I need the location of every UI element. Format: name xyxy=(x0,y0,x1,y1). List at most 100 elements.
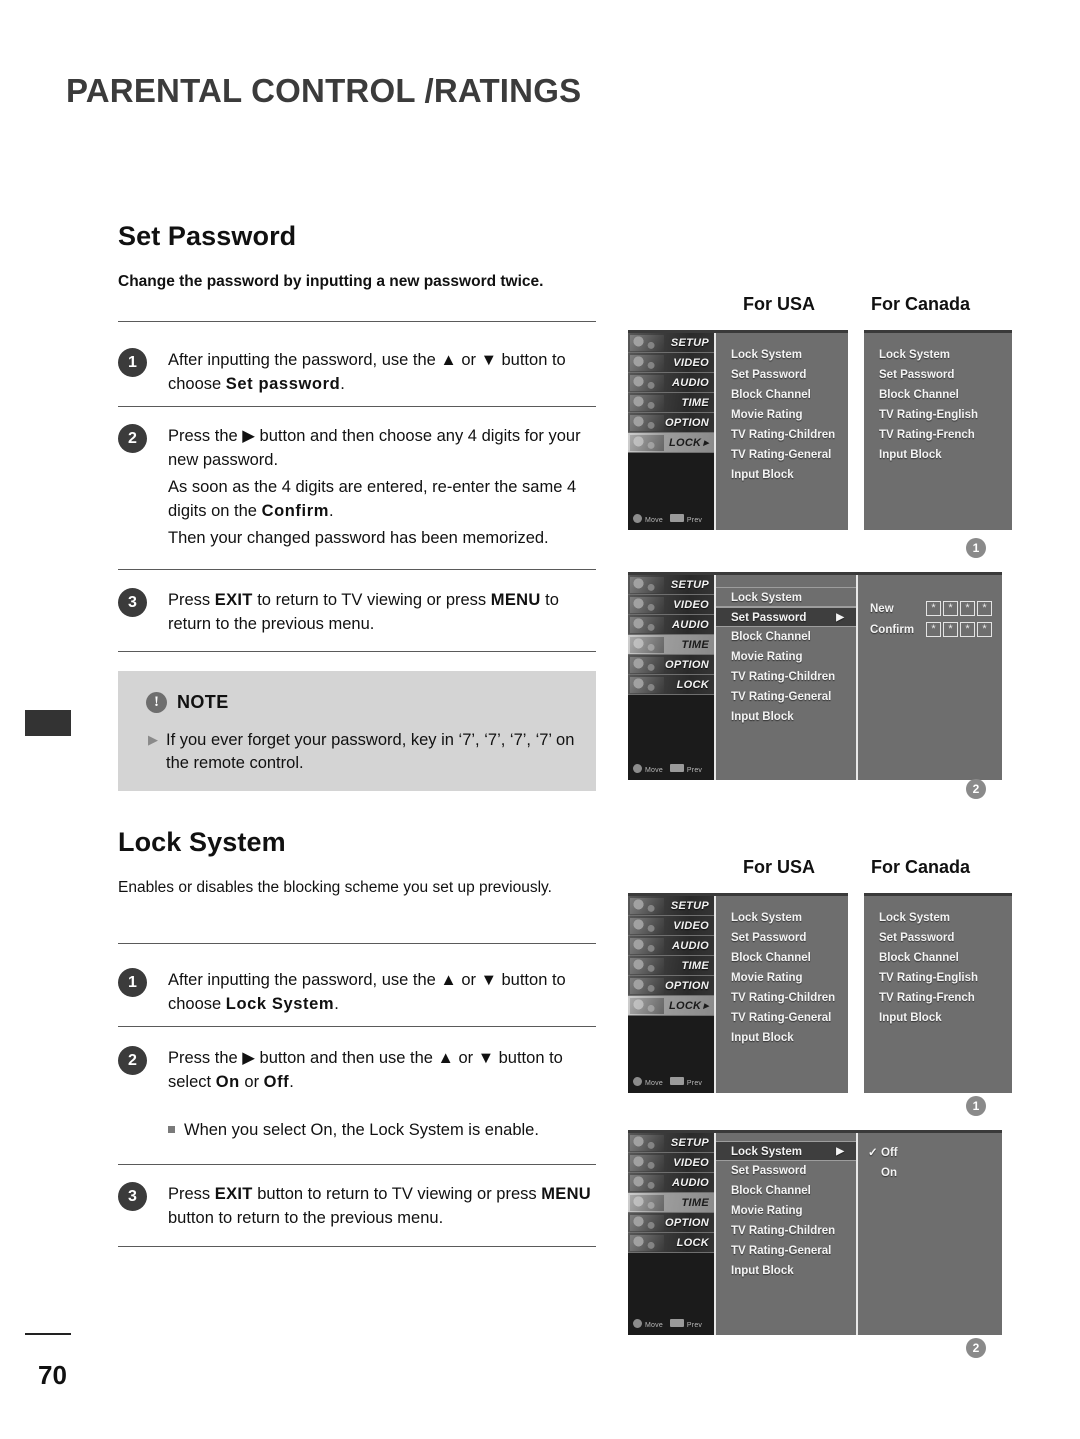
osd-sidebar-item-option[interactable]: OPTION xyxy=(628,413,714,433)
digit-box[interactable]: * xyxy=(960,601,975,616)
digit-box[interactable]: * xyxy=(926,601,941,616)
osd-menu-item[interactable]: Block Channel xyxy=(716,948,848,968)
digit-box[interactable]: * xyxy=(977,622,992,637)
step-number-badge: 3 xyxy=(118,1182,147,1211)
osd-menu-item[interactable]: Block Channel xyxy=(716,627,856,647)
section-subtitle: Change the password by inputting a new p… xyxy=(118,273,544,290)
osd-captions-1: For USA For Canada xyxy=(618,294,1018,322)
osd-sidebar-item-video[interactable]: VIDEO xyxy=(628,353,714,373)
osd-sidebar-item-setup[interactable]: SETUP xyxy=(628,1133,714,1153)
osd-menu-item[interactable]: Movie Rating xyxy=(716,968,848,988)
osd-menu-item[interactable]: Input Block xyxy=(716,707,856,727)
osd-menu-item[interactable]: TV Rating-French xyxy=(864,425,1012,445)
divider xyxy=(118,1164,596,1165)
osd-menu-item[interactable]: Lock System xyxy=(716,345,848,365)
osd-menu-item[interactable]: TV Rating-General xyxy=(716,1008,848,1028)
osd-sidebar-item-audio[interactable]: AUDIO xyxy=(628,936,714,956)
step-text-part: . xyxy=(340,375,345,394)
osd-menu-item[interactable]: Lock System xyxy=(864,345,1012,365)
side-tab-block xyxy=(25,710,71,736)
hint-move-label: Move xyxy=(645,1080,663,1087)
osd-menu-item[interactable]: TV Rating-English xyxy=(864,968,1012,988)
osd-sidebar-item-audio[interactable]: AUDIO xyxy=(628,1173,714,1193)
osd-sidebar: SETUP VIDEO AUDIO TIME OPTION LOCK ▶ Move… xyxy=(628,896,716,1093)
osd-menu-item[interactable]: Block Channel xyxy=(864,948,1012,968)
osd-screen-canada-2: Lock System Set Password Block Channel T… xyxy=(864,893,1012,1093)
osd-menu-item[interactable]: Input Block xyxy=(716,1261,856,1281)
osd-menu-item[interactable]: Set Password xyxy=(864,365,1012,385)
osd-sidebar-item-time[interactable]: TIME xyxy=(628,635,714,655)
osd-sidebar-item-time[interactable]: TIME xyxy=(628,1193,714,1213)
osd-menu-item[interactable]: Set Password xyxy=(716,365,848,385)
osd-menu-item[interactable]: TV Rating-General xyxy=(716,687,856,707)
osd-sidebar-item-option[interactable]: OPTION xyxy=(628,655,714,675)
osd-sidebar-item-audio[interactable]: AUDIO xyxy=(628,615,714,635)
osd-sidebar-item-video[interactable]: VIDEO xyxy=(628,595,714,615)
osd-menu-item[interactable]: Block Channel xyxy=(716,385,848,405)
osd-menu-item[interactable]: Block Channel xyxy=(864,385,1012,405)
osd-menu-item[interactable]: Block Channel xyxy=(716,1181,856,1201)
osd-sidebar-item-audio[interactable]: AUDIO xyxy=(628,373,714,393)
osd-sidebar-item-lock[interactable]: LOCK xyxy=(628,675,714,695)
osd-sidebar-item-time[interactable]: TIME xyxy=(628,393,714,413)
osd-menu-item[interactable]: Set Password xyxy=(716,1161,856,1181)
osd-menu-item[interactable]: TV Rating-Children xyxy=(716,425,848,445)
osd-sidebar-item-lock[interactable]: LOCK ▶ xyxy=(628,433,714,453)
osd-screen-usa-2: SETUP VIDEO AUDIO TIME OPTION LOCK ▶ Move… xyxy=(628,893,848,1093)
osd-menu-item[interactable]: TV Rating-General xyxy=(716,445,848,465)
osd-sidebar-item-time[interactable]: TIME xyxy=(628,956,714,976)
osd-group-2: SETUP VIDEO AUDIO TIME OPTION LOCK ▶ Move… xyxy=(628,893,1012,1093)
confirm-password-field[interactable]: * * * * xyxy=(926,622,996,637)
step-text-part: button to return to TV viewing or press xyxy=(252,1185,542,1203)
manual-page: PARENTAL CONTROL /RATINGS PARENTAL CONTR… xyxy=(0,0,1080,1439)
osd-sidebar-item-setup[interactable]: SETUP xyxy=(628,575,714,595)
osd-sidebar-item-setup[interactable]: SETUP xyxy=(628,896,714,916)
step-number-badge: 2 xyxy=(118,1046,147,1075)
digit-box[interactable]: * xyxy=(977,601,992,616)
osd-sidebar-item-option[interactable]: OPTION xyxy=(628,1213,714,1233)
section-title: Lock System xyxy=(118,827,286,857)
osd-sidebar: SETUP VIDEO AUDIO TIME OPTION LOCK Move … xyxy=(628,575,716,780)
digit-box[interactable]: * xyxy=(943,622,958,637)
osd-menu-item[interactable]: TV Rating-Children xyxy=(716,1221,856,1241)
page-number-rule xyxy=(25,1333,71,1335)
osd-sidebar-label: LOCK xyxy=(668,999,702,1012)
osd-sidebar-item-lock[interactable]: LOCK ▶ xyxy=(628,996,714,1016)
osd-lock-options-panel: ✓ Off On xyxy=(856,1133,996,1335)
osd-menu-item[interactable]: Input Block xyxy=(864,445,1012,465)
lock-option-off[interactable]: ✓ Off xyxy=(868,1143,996,1163)
osd-menu-item[interactable]: Input Block xyxy=(716,465,848,485)
lock-option-on[interactable]: On xyxy=(868,1163,996,1183)
osd-menu-item[interactable]: Set Password xyxy=(864,928,1012,948)
osd-menu-item[interactable]: Set Password xyxy=(716,928,848,948)
osd-menu-item[interactable]: Lock System xyxy=(716,587,856,607)
osd-sidebar-item-option[interactable]: OPTION xyxy=(628,976,714,996)
digit-box[interactable]: * xyxy=(926,622,941,637)
osd-menu-item[interactable]: TV Rating-Children xyxy=(716,988,848,1008)
osd-sidebar-item-video[interactable]: VIDEO xyxy=(628,1153,714,1173)
osd-menu-item[interactable]: TV Rating-Children xyxy=(716,667,856,687)
osd-menu-item-selected[interactable]: Set Password ▶ xyxy=(716,607,856,627)
digit-box[interactable]: * xyxy=(943,601,958,616)
new-password-field[interactable]: * * * * xyxy=(926,601,996,616)
osd-sidebar-item-video[interactable]: VIDEO xyxy=(628,916,714,936)
osd-sidebar-item-setup[interactable]: SETUP xyxy=(628,333,714,353)
digit-box[interactable]: * xyxy=(960,622,975,637)
osd-menu-item[interactable]: Movie Rating xyxy=(716,647,856,667)
osd-menu-item[interactable]: Input Block xyxy=(716,1028,848,1048)
step-text-part: . xyxy=(334,995,339,1014)
osd-menu-item[interactable]: Movie Rating xyxy=(716,405,848,425)
step-text-part: . xyxy=(329,502,334,521)
osd-menu-item[interactable]: Input Block xyxy=(864,1008,1012,1028)
osd-step-marker-4: 2 xyxy=(966,1338,986,1358)
osd-menu-item-selected[interactable]: Lock System ▶ xyxy=(716,1141,856,1161)
osd-menu-item[interactable]: Lock System xyxy=(864,908,1012,928)
osd-menu-item[interactable]: TV Rating-General xyxy=(716,1241,856,1261)
osd-sidebar-item-lock[interactable]: LOCK xyxy=(628,1233,714,1253)
key-menu: MENU xyxy=(490,591,541,609)
osd-menu-item[interactable]: Lock System xyxy=(716,908,848,928)
osd-menu-item[interactable]: Movie Rating xyxy=(716,1201,856,1221)
osd-menu-item[interactable]: TV Rating-French xyxy=(864,988,1012,1008)
step-line: Then your changed password has been memo… xyxy=(168,526,596,550)
osd-menu-item[interactable]: TV Rating-English xyxy=(864,405,1012,425)
